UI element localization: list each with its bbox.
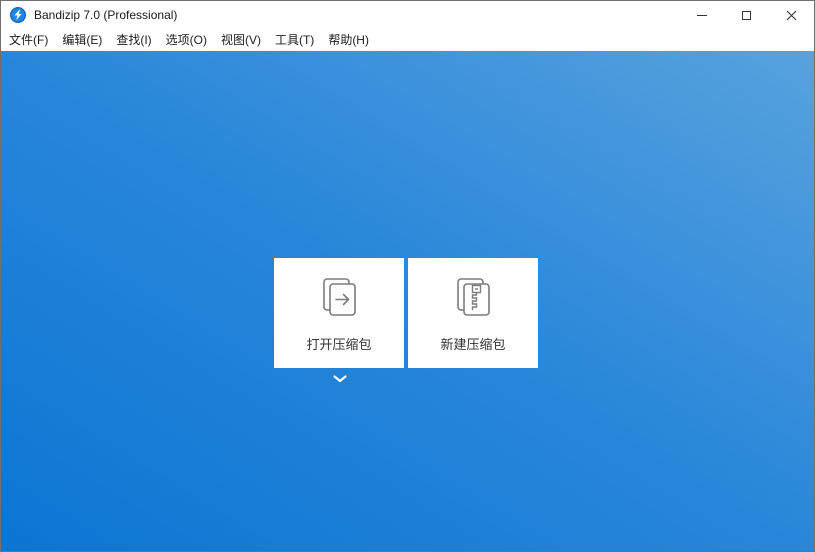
menu-view[interactable]: 视图(V) (214, 28, 268, 52)
menu-file[interactable]: 文件(F) (2, 28, 55, 52)
close-icon (786, 10, 797, 20)
new-archive-button[interactable]: 新建压缩包 (408, 258, 538, 368)
quick-action-buttons: 打开压缩包 新建压缩包 (274, 258, 538, 368)
open-archive-label: 打开压缩包 (306, 337, 372, 352)
close-button[interactable] (769, 1, 814, 29)
bandizip-logo-icon (10, 7, 26, 23)
chevron-down-icon (333, 375, 347, 383)
menu-edit[interactable]: 编辑(E) (55, 28, 109, 52)
content-area: 打开压缩包 新建压缩包 (1, 51, 814, 551)
bandizip-window: Bandizip 7.0 (Professional) 文件(F) 编辑(E) … (0, 0, 815, 552)
menu-bar: 文件(F) 编辑(E) 查找(I) 选项(O) 视图(V) 工具(T) 帮助(H… (1, 29, 814, 51)
menu-options[interactable]: 选项(O) (159, 28, 214, 52)
new-archive-label: 新建压缩包 (440, 337, 506, 352)
open-archive-icon (315, 273, 363, 321)
minimize-button[interactable] (679, 1, 724, 29)
maximize-button[interactable] (724, 1, 769, 29)
minimize-icon (696, 14, 707, 16)
new-archive-icon (449, 273, 497, 321)
title-bar: Bandizip 7.0 (Professional) (1, 1, 814, 29)
menu-find[interactable]: 查找(I) (109, 28, 158, 52)
maximize-icon (742, 10, 751, 20)
menu-tools[interactable]: 工具(T) (268, 28, 321, 52)
recent-files-expander[interactable] (331, 373, 349, 385)
window-title: Bandizip 7.0 (Professional) (34, 8, 178, 22)
menu-help[interactable]: 帮助(H) (321, 28, 376, 52)
open-archive-button[interactable]: 打开压缩包 (274, 258, 404, 368)
